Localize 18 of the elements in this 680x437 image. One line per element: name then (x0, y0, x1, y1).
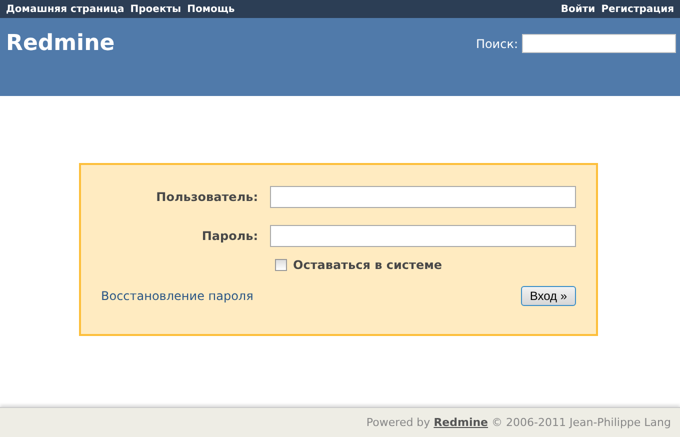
redmine-link[interactable]: Redmine (434, 416, 488, 429)
menu-link[interactable]: Регистрация (601, 4, 674, 14)
field-label: Пароль: (200, 229, 258, 243)
menu-link[interactable]: Домашняя страница (6, 4, 124, 14)
checkbox[interactable] (275, 259, 287, 271)
menu-link[interactable]: Помощь (187, 4, 235, 14)
search-field[interactable] (522, 34, 676, 53)
site-title: Redmine (6, 31, 115, 57)
footer-text: Powered by Redmine © 2006-2011 Jean-Philippe Lang (366, 416, 671, 429)
recover-password-link[interactable]: Восстановление пароля (101, 289, 254, 303)
menu-link[interactable]: Войти (560, 4, 596, 14)
checkbox-label: Оставаться в системе (293, 258, 442, 272)
field-label: Пользователь: (155, 190, 258, 204)
password-field[interactable] (270, 225, 576, 247)
menu-link[interactable]: Проекты (130, 4, 182, 14)
username-field[interactable] (270, 186, 576, 208)
login-button[interactable]: Вход » (520, 286, 576, 306)
search-label: Поиск: (476, 36, 518, 50)
